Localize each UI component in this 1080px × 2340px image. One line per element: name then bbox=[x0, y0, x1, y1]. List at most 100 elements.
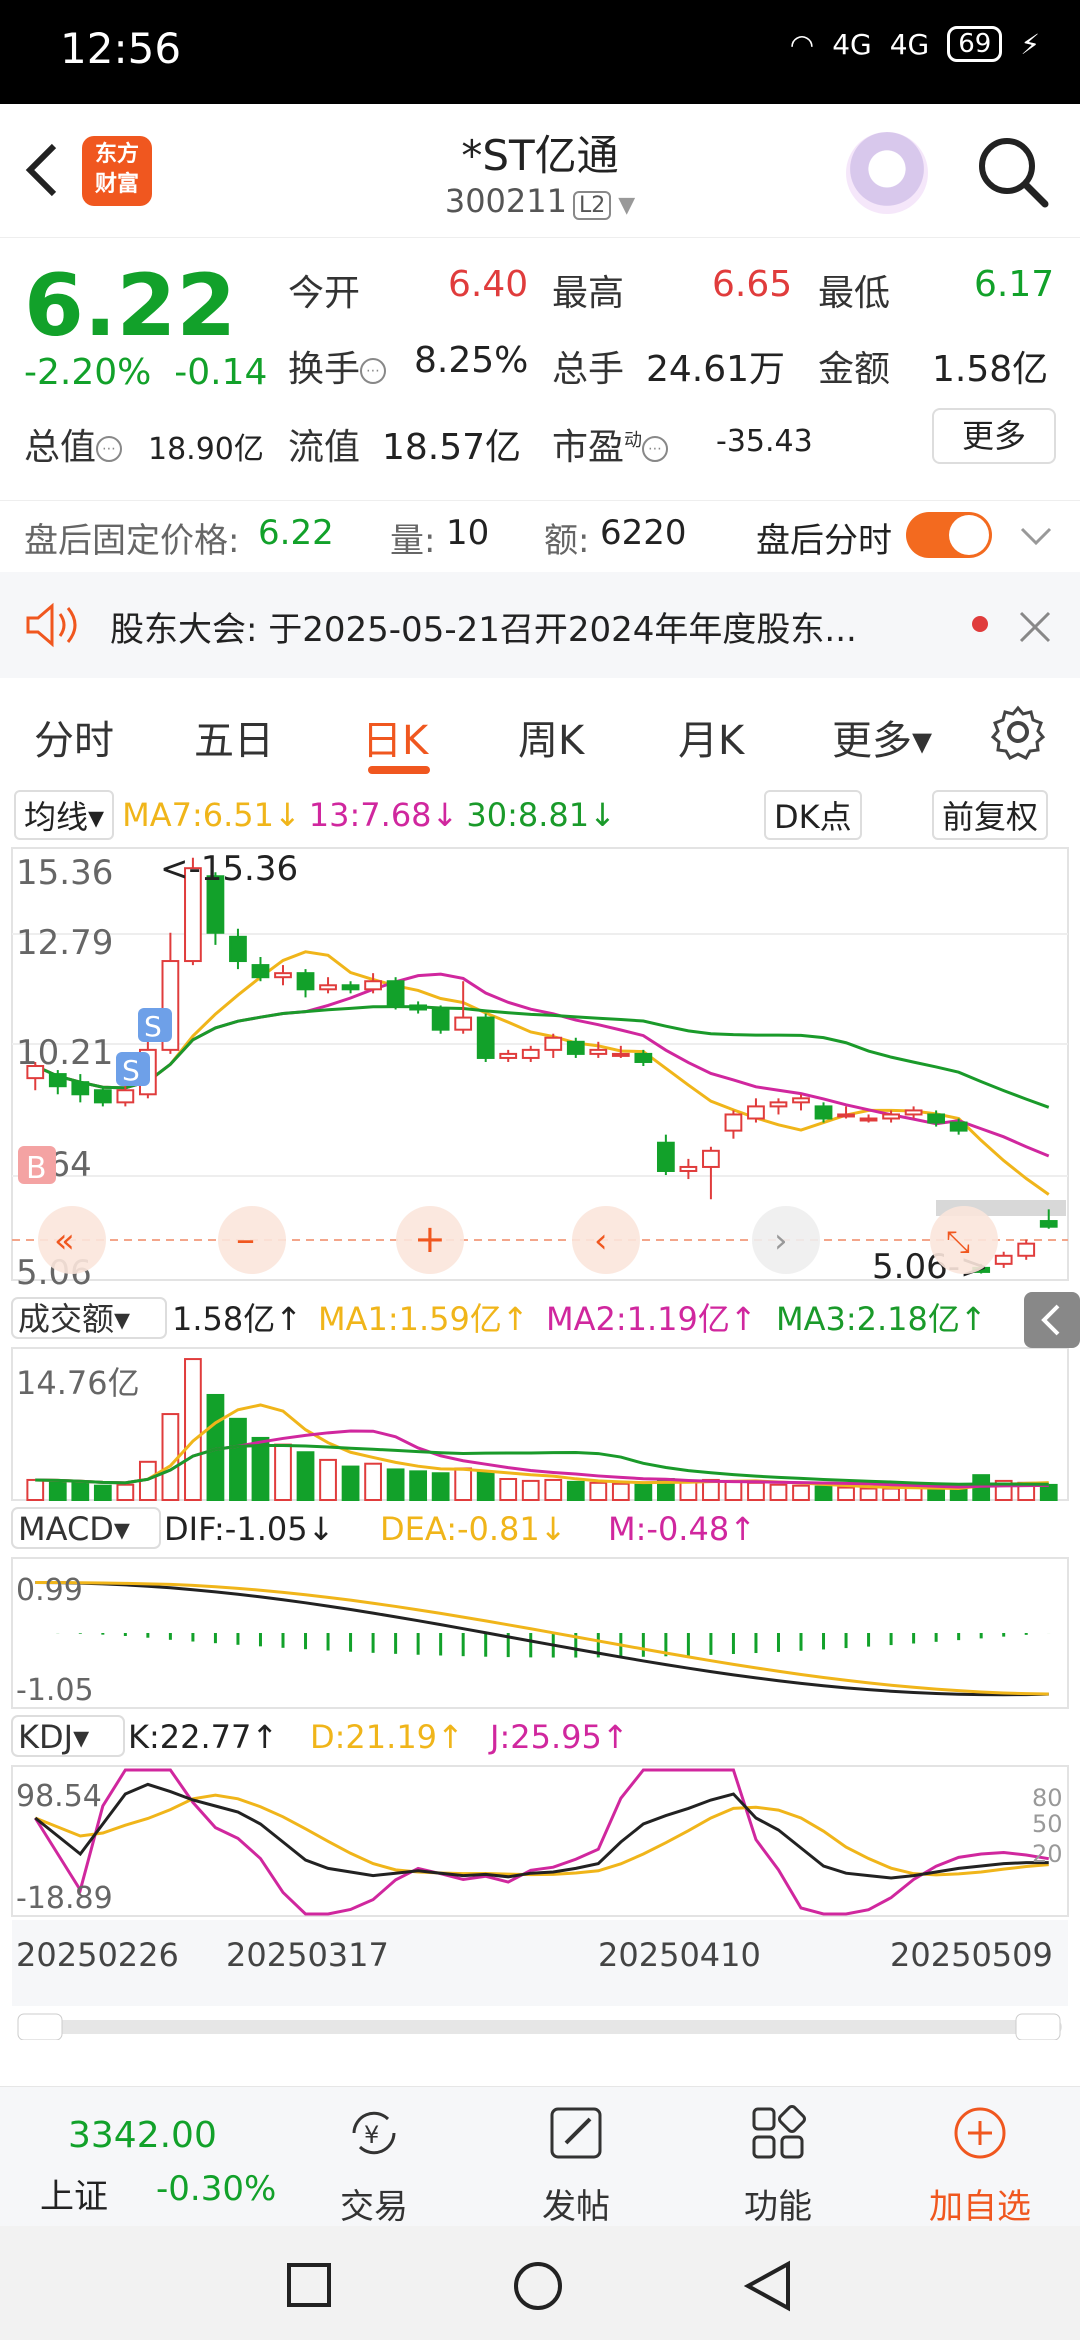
volume-bar bbox=[521, 1479, 540, 1501]
trade-icon[interactable]: ¥ bbox=[344, 2103, 404, 2163]
info-icon[interactable]: ⋯ bbox=[360, 358, 387, 384]
close-icon[interactable] bbox=[1018, 610, 1052, 644]
panel-frame bbox=[11, 1765, 1069, 1917]
after-hours-vol: 10 bbox=[446, 513, 490, 553]
volume-bar bbox=[296, 1451, 315, 1501]
volume-bar bbox=[184, 1358, 202, 1501]
open-label: 今开 bbox=[288, 273, 361, 314]
after-hours-amt: 6220 bbox=[600, 513, 687, 553]
info-icon[interactable]: ⋯ bbox=[96, 436, 123, 462]
candle-body bbox=[251, 964, 270, 979]
active-tab-indicator bbox=[368, 766, 430, 774]
macd-panel bbox=[35, 1580, 1051, 1697]
range-slider-track[interactable] bbox=[18, 2020, 1062, 2034]
high-label: 最高 bbox=[552, 273, 625, 314]
signal-4g-1: 4G bbox=[832, 27, 872, 61]
candle-body bbox=[296, 972, 315, 991]
macd-selector-label: MACD▾ bbox=[18, 1510, 130, 1548]
notice-text: 股东大会: 于2025-05-21召开2024年年度股东... bbox=[110, 610, 857, 650]
index-name: 上证 bbox=[40, 2177, 108, 2217]
kline-chart[interactable]: 15.36 12.79 10.21 7.64 5.06 <-15.36 5.06… bbox=[0, 780, 1080, 2040]
candle-body bbox=[93, 1089, 112, 1104]
kdj-tick-top: 98.54 bbox=[16, 1779, 102, 1814]
speaker-icon bbox=[26, 602, 77, 648]
candle-body bbox=[859, 1117, 878, 1122]
macd-tick-bottom: -1.05 bbox=[16, 1673, 94, 1708]
volume-ma2: MA2:1.19亿↑ bbox=[546, 1300, 757, 1338]
bottom-toolbar: 3342.00 上证 -0.30% ¥ 交易 发帖 功能 加自选 bbox=[0, 2086, 1080, 2228]
chevron-down-icon[interactable] bbox=[1020, 525, 1052, 547]
change-abs: -0.14 bbox=[174, 352, 268, 393]
after-hours-toggle[interactable] bbox=[906, 512, 992, 558]
signal-4g-2: 4G bbox=[889, 27, 930, 61]
volume-bar bbox=[859, 1487, 878, 1502]
float-value: 18.57亿 bbox=[382, 427, 522, 468]
volume-bar bbox=[747, 1481, 765, 1501]
tab-intraday[interactable]: 分时 bbox=[34, 708, 114, 766]
info-icon[interactable]: ⋯ bbox=[642, 436, 669, 462]
candle-body bbox=[48, 1073, 67, 1088]
system-nav-bar bbox=[0, 2226, 1080, 2340]
macd-dea-line bbox=[35, 1580, 1049, 1696]
add-watchlist-label[interactable]: 加自选 bbox=[910, 2179, 1050, 2228]
macd-m: M:-0.48↑ bbox=[608, 1510, 756, 1548]
recents-icon[interactable] bbox=[286, 2262, 332, 2308]
svg-text:¥: ¥ bbox=[364, 2121, 379, 2149]
left-icon: ‹ bbox=[594, 1221, 608, 1261]
volume-value: 24.61万 bbox=[646, 349, 786, 390]
volume-bar bbox=[634, 1483, 653, 1501]
volume-bar bbox=[837, 1486, 855, 1501]
buy-marker-label: B bbox=[26, 1151, 47, 1186]
tab-5day[interactable]: 五日 bbox=[194, 708, 274, 766]
amount-label: 金额 bbox=[818, 349, 891, 390]
grid-icon[interactable] bbox=[748, 2103, 808, 2163]
ma-lines bbox=[34, 950, 1050, 1196]
candle-body bbox=[949, 1121, 968, 1132]
assistant-avatar-icon[interactable] bbox=[846, 132, 928, 214]
l2-badge: L2 bbox=[572, 191, 612, 220]
candle-body bbox=[229, 935, 247, 963]
date-label-1: 20250226 bbox=[16, 1936, 179, 1974]
price-tick-3: 10.21 bbox=[16, 1033, 113, 1073]
index-value[interactable]: 3342.00 bbox=[68, 2115, 217, 2156]
candle-body bbox=[837, 1113, 855, 1118]
post-icon[interactable] bbox=[546, 2103, 606, 2163]
trade-label[interactable]: 交易 bbox=[304, 2179, 444, 2228]
low-label: 最低 bbox=[818, 273, 891, 314]
search-icon[interactable] bbox=[975, 134, 1051, 210]
volume-tick: 14.76亿 bbox=[16, 1364, 140, 1402]
home-icon[interactable] bbox=[512, 2260, 564, 2312]
more-button[interactable]: 更多 bbox=[932, 408, 1056, 464]
volume-bar bbox=[409, 1470, 428, 1502]
low-value: 6.17 bbox=[974, 264, 1055, 305]
candle-body bbox=[386, 980, 405, 1007]
volume-bar bbox=[274, 1443, 292, 1502]
collapse-panel-button[interactable] bbox=[1024, 1292, 1080, 1348]
volume-current: 1.58亿↑ bbox=[172, 1300, 302, 1338]
volume-bar bbox=[386, 1468, 405, 1502]
volume-bar bbox=[341, 1465, 360, 1502]
range-slider-right-handle[interactable] bbox=[1015, 2013, 1061, 2040]
tab-weekly[interactable]: 周K bbox=[518, 708, 584, 766]
pe-value: -35.43 bbox=[716, 424, 813, 459]
add-watchlist-icon[interactable] bbox=[950, 2103, 1010, 2163]
notice-bar[interactable]: 股东大会: 于2025-05-21召开2024年年度股东... bbox=[0, 572, 1080, 678]
candle-body bbox=[656, 1141, 675, 1172]
kdj-tick-20: 20 bbox=[1032, 1840, 1063, 1868]
volume-bar bbox=[544, 1478, 563, 1501]
sell-marker-label-2: S bbox=[144, 1010, 162, 1043]
volume-bar bbox=[882, 1487, 900, 1502]
volume-bar bbox=[724, 1480, 743, 1501]
gear-icon[interactable] bbox=[990, 704, 1046, 760]
tab-monthly[interactable]: 月K bbox=[678, 708, 744, 766]
post-label[interactable]: 发帖 bbox=[506, 2179, 646, 2228]
wifi-icon: ◠ bbox=[789, 27, 815, 61]
kdj-tick-bottom: -18.89 bbox=[16, 1881, 113, 1916]
after-hours-price: 6.22 bbox=[258, 513, 334, 553]
range-slider-left-handle[interactable] bbox=[17, 2013, 63, 2040]
candle-body bbox=[409, 1004, 428, 1011]
back-nav-icon[interactable] bbox=[744, 2260, 792, 2312]
tab-more[interactable]: 更多▾ bbox=[832, 708, 932, 766]
function-label[interactable]: 功能 bbox=[708, 2179, 848, 2228]
tab-daily[interactable]: 日K bbox=[362, 708, 428, 766]
